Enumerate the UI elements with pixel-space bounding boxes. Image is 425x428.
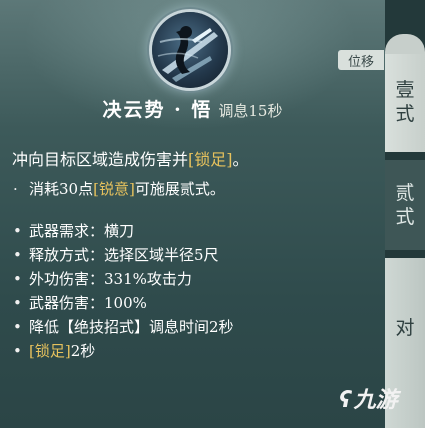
bullet: • bbox=[13, 342, 22, 360]
tab-cap bbox=[385, 34, 425, 54]
attribute-text: 武器需求：横刀 bbox=[29, 222, 135, 240]
attribute-text: 降低【绝技招式】调息时间2秒 bbox=[29, 318, 234, 336]
attribute-text: 释放方式：选择区域半径5尺 bbox=[29, 246, 219, 264]
cost-prefix: 消耗30点 bbox=[29, 180, 94, 198]
sword-slash-icon bbox=[152, 12, 228, 88]
tab-label: 式 bbox=[395, 206, 415, 228]
bullet: • bbox=[13, 294, 22, 312]
attribute-line: • 武器需求：横刀 bbox=[13, 220, 134, 241]
root-line: • [锁足]2秒 bbox=[13, 340, 95, 361]
tab-label: 贰 bbox=[395, 182, 415, 204]
root-value: 2秒 bbox=[70, 342, 96, 360]
attribute-line: • 外功伤害：331%攻击力 bbox=[13, 268, 192, 289]
tab-form-2[interactable]: 贰 式 bbox=[385, 160, 425, 250]
bullet: • bbox=[13, 246, 22, 264]
attribute-text: 武器伤害：100% bbox=[29, 294, 147, 312]
cost-line: · 消耗30点[锐意]可施展贰式。 bbox=[13, 178, 225, 199]
skill-cooldown: 调息15秒 bbox=[218, 102, 283, 120]
description-keyword: [锁足] bbox=[188, 150, 233, 169]
description-prefix: 冲向目标区域造成伤害并 bbox=[12, 150, 189, 169]
root-keyword: [锁足] bbox=[29, 342, 71, 360]
skill-name: 决云势 · 悟 bbox=[102, 99, 213, 121]
attribute-line: • 降低【绝技招式】调息时间2秒 bbox=[13, 316, 234, 337]
skill-tooltip-panel: 决云势 · 悟调息15秒 冲向目标区域造成伤害并[锁足]。 · 消耗30点[锐意]… bbox=[0, 0, 385, 428]
bullet: · bbox=[13, 180, 18, 198]
description-suffix: 。 bbox=[232, 150, 249, 169]
attribute-text: 外功伤害：331%攻击力 bbox=[29, 270, 192, 288]
jiuyou-logo-icon: ʕ bbox=[339, 388, 352, 413]
watermark: ʕ九游 bbox=[339, 382, 398, 414]
attribute-line: • 武器伤害：100% bbox=[13, 292, 147, 313]
attribute-line: • 释放方式：选择区域半径5尺 bbox=[13, 244, 219, 265]
tab-label: 式 bbox=[395, 103, 415, 125]
bullet: • bbox=[13, 270, 22, 288]
watermark-text: 九游 bbox=[353, 388, 398, 413]
cost-suffix: 可施展贰式。 bbox=[134, 180, 225, 198]
tab-label: 对 bbox=[395, 317, 415, 339]
bullet: • bbox=[13, 318, 22, 336]
form-tab-sidebar: 壹 式 贰 式 对 bbox=[385, 0, 425, 428]
tab-form-1[interactable]: 壹 式 bbox=[385, 34, 425, 152]
skill-title-row: 决云势 · 悟调息15秒 bbox=[0, 95, 385, 122]
tab-label: 壹 bbox=[395, 79, 415, 101]
displacement-tag: 位移 bbox=[338, 50, 384, 70]
bullet: • bbox=[13, 222, 22, 240]
skill-description: 冲向目标区域造成伤害并[锁足]。 bbox=[12, 146, 249, 170]
cost-keyword: [锐意] bbox=[93, 180, 135, 198]
